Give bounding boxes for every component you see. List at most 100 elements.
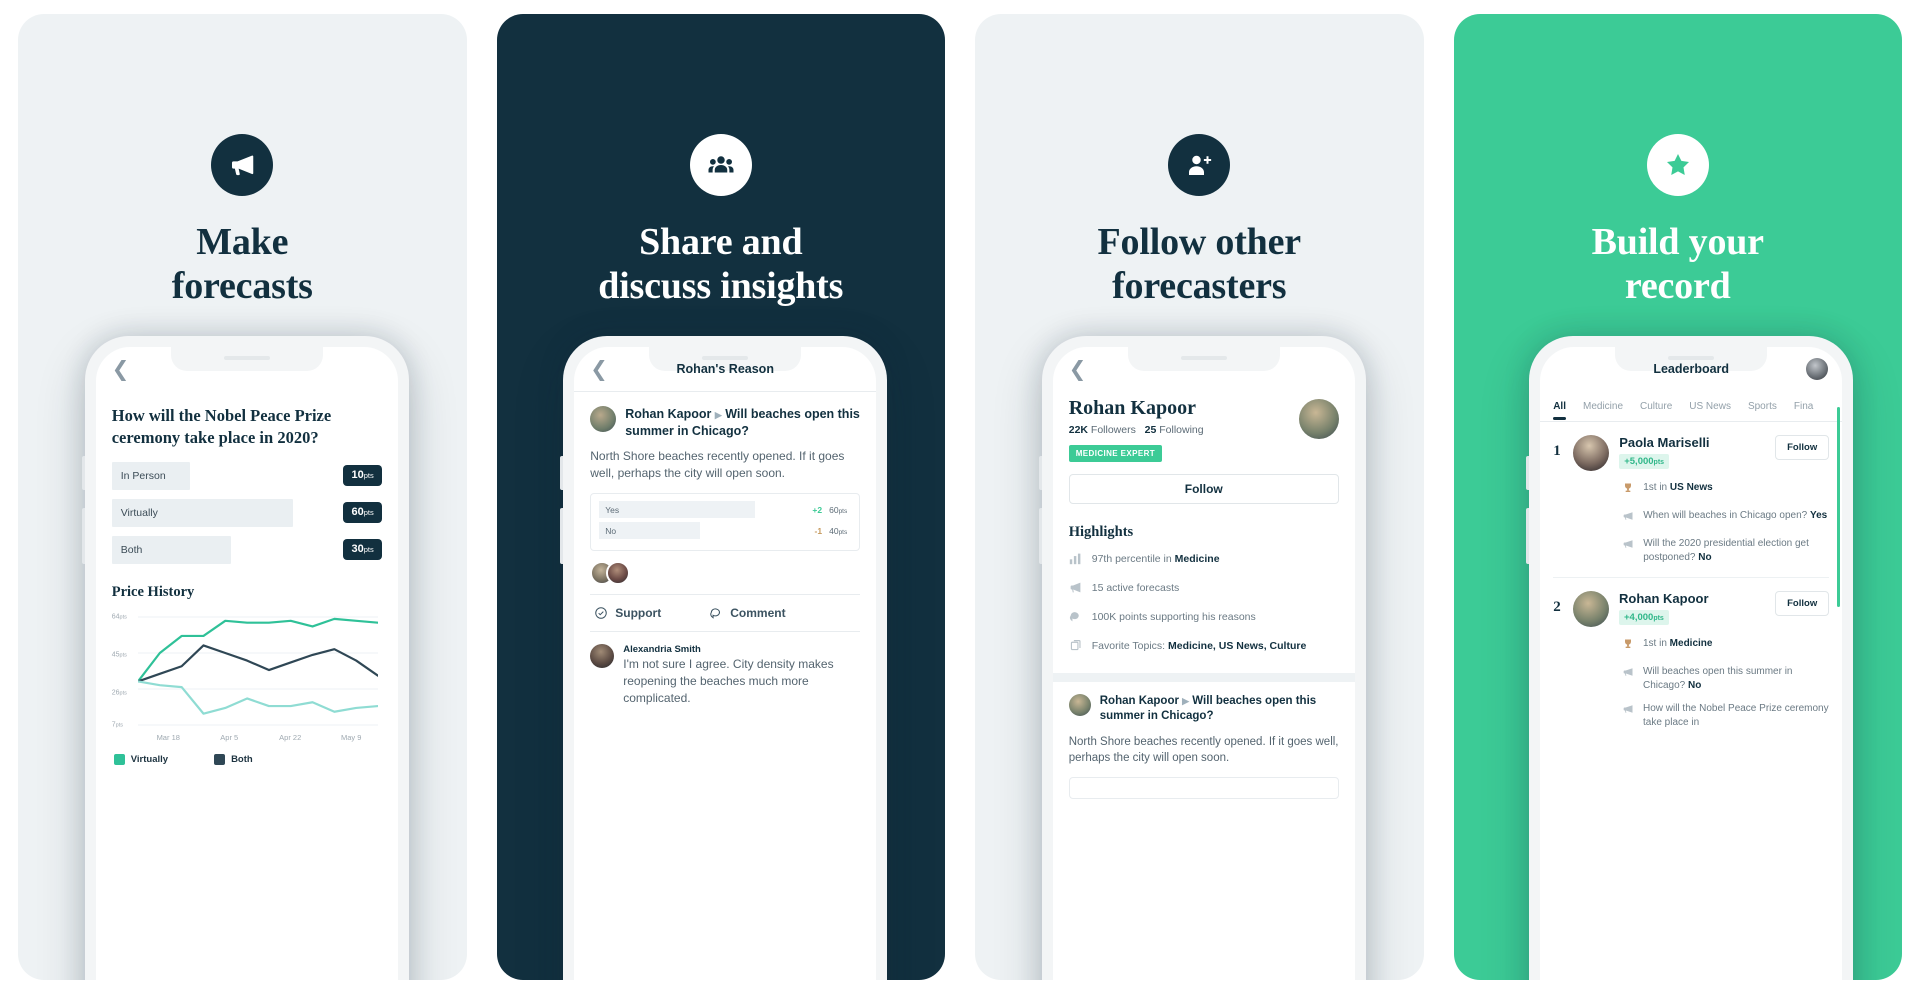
option-points: 30pts [343,539,382,561]
user-avatar[interactable] [1806,358,1829,380]
series-both [137,643,378,683]
forecast-item: Will beaches open this summer in Chicago… [1619,665,1829,692]
vote-row[interactable]: No -1 40pts [599,522,851,540]
vote-card: Yes +2 60pts No -1 40pts [590,493,861,552]
phone-mock-profile: ❮ Rohan Kapoor 22K Followers 25 Followin… [1038,336,1366,980]
tab-all[interactable]: All [1553,401,1566,420]
avatar[interactable] [1572,591,1609,627]
comment-bubble-icon [710,608,721,620]
follow-button[interactable]: Follow [1775,591,1830,616]
panel-headline: Make forecasts [171,221,313,308]
y-tick-label: 45pts [111,651,127,659]
expert-badge: MEDICINE EXPERT [1068,445,1163,462]
leaderboard-row[interactable]: 2 Rohan Kapoor +4,000pts Follow 1st in M… [1540,578,1842,729]
option-label: In Person [111,461,191,490]
highlight-text: 97th percentile in Medicine [1091,553,1220,565]
highlight-item: 100K points supporting his reasons [1069,610,1339,628]
rank: 1 [1553,443,1561,459]
option-label: Both [111,535,231,564]
user-name: Rohan Kapoor [1618,591,1709,606]
comment-check-icon [1069,610,1082,628]
y-tick-label: 26pts [111,689,127,697]
chevron-left-icon[interactable]: ❮ [112,359,130,380]
chevron-left-icon[interactable]: ❮ [590,359,608,380]
leaderboard-row[interactable]: 1 Paola Mariselli +5,000pts Follow 1st i… [1540,422,1842,564]
vote-row[interactable]: Yes +2 60pts [599,501,851,519]
vote-label: No [599,522,701,540]
user-name: Paola Mariselli [1619,435,1710,450]
megaphone-icon [1622,702,1634,729]
y-tick-label: 64pts [111,613,127,621]
megaphone-icon [1622,537,1634,564]
post-actions: Support Comment [590,594,861,633]
follow-button[interactable]: Follow [1068,474,1339,504]
legend-item: Virtually [113,753,169,765]
follow-button[interactable]: Follow [1775,435,1830,460]
tab-culture[interactable]: Culture [1640,401,1672,412]
check-badge-icon [595,607,607,620]
tab-sports[interactable]: Sports [1748,401,1777,412]
avatar[interactable] [1068,694,1091,716]
achievement-text: 1st in Medicine [1642,638,1713,649]
series-virtually [137,617,378,683]
vote-points: 40pts [829,525,848,536]
comment-text: I'm not sure I agree. City density makes… [623,657,834,705]
series-in-person [137,679,378,715]
forecast-text: When will beaches in Chicago open? Yes [1643,510,1828,521]
legend-label: Both [231,753,253,765]
nav-bar: ❮ [96,347,398,391]
avatar[interactable] [590,406,617,432]
highlight-item: 15 active forecasts [1069,581,1339,599]
legend-swatch [214,753,226,765]
comment-author: Alexandria Smith [623,644,701,656]
x-axis: Mar 18 Apr 5 Apr 22 May 9 [138,733,382,742]
y-tick-label: 7pts [111,721,123,729]
tab-medicine[interactable]: Medicine [1583,401,1623,412]
vote-points: 60pts [829,504,848,515]
action-label: Comment [730,606,786,621]
avatar[interactable] [590,644,615,669]
megaphone-icon [211,134,274,196]
panel-headline: Build your record [1591,221,1764,308]
highlights-title: Highlights [1068,524,1134,540]
comment-button[interactable]: Comment [709,606,786,621]
option-label: Virtually [111,498,293,527]
tab-finance[interactable]: Fina [1794,401,1813,412]
highlight-text: 15 active forecasts [1091,582,1180,594]
x-tick-label: May 9 [341,732,362,742]
achievement-item: 1st in US News [1619,481,1829,499]
option-row[interactable]: In Person 10pts [111,461,382,490]
forecast-item: How will the Nobel Peace Prize ceremony … [1619,702,1829,729]
chart-plot-area [137,616,378,726]
support-button[interactable]: Support [594,606,661,620]
panel-build-record: Build your record Leaderboard All Medici… [1453,14,1902,980]
legend-label: Virtually [130,753,169,765]
section-divider [1052,673,1355,682]
avatar[interactable] [1573,435,1610,471]
question-title: How will the Nobel Peace Prize ceremony … [111,406,332,447]
chevron-left-icon[interactable]: ❮ [1069,359,1087,380]
phone-mock-leaderboard: Leaderboard All Medicine Culture US News… [1526,336,1854,980]
x-tick-label: Apr 22 [279,732,302,742]
scrollbar[interactable] [1837,407,1841,607]
avatar[interactable] [1298,399,1339,439]
megaphone-icon [1069,581,1082,599]
nav-title: Rohan's Reason [676,362,774,376]
triangle-right-icon: ▶ [1182,696,1190,706]
supporter-avatars[interactable] [590,561,860,586]
chart-legend: Virtually Both [112,753,382,765]
highlight-item: Favorite Topics: Medicine, US News, Cult… [1069,639,1339,657]
star-icon [1646,134,1709,196]
option-points: 10pts [343,465,382,487]
forecast-item: When will beaches in Chicago open? Yes [1619,509,1829,527]
vote-delta: +2 [812,504,823,515]
tab-us-news[interactable]: US News [1689,401,1731,412]
option-points: 60pts [343,502,382,524]
vote-values: -1 40pts [815,526,848,536]
phone-mock-forecast: ❮ How will the Nobel Peace Prize ceremon… [81,336,409,980]
option-row[interactable]: Both 30pts [111,535,382,564]
people-group-icon [689,134,752,196]
option-row[interactable]: Virtually 60pts [111,498,382,527]
avatar[interactable] [606,561,631,586]
category-tabs: All Medicine Culture US News Sports Fina [1540,391,1842,421]
